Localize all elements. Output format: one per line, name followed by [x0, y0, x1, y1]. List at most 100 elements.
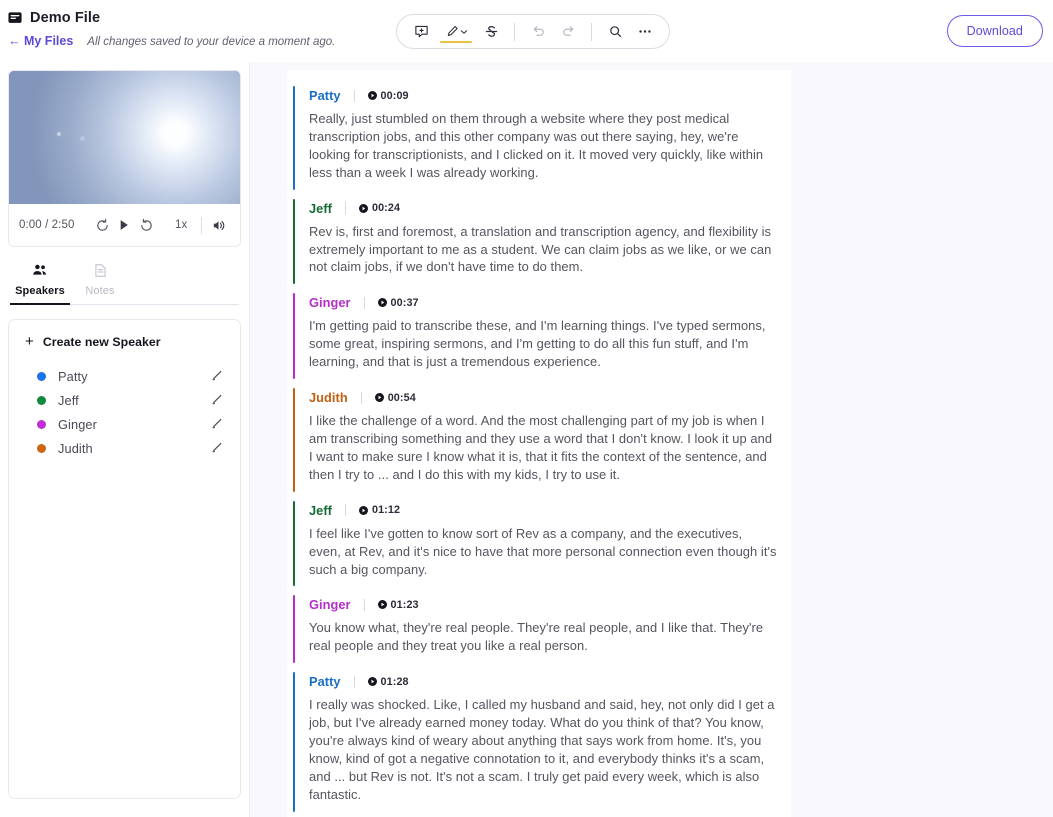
- highlighter-icon[interactable]: [437, 18, 475, 45]
- play-timestamp-icon: [367, 91, 377, 100]
- transcript-entry-header: Ginger 01:23: [309, 597, 777, 612]
- transcript-speaker-name[interactable]: Jeff: [309, 201, 332, 216]
- video-player-card: 0:00 / 2:50 1x: [8, 70, 241, 247]
- header-divider: [363, 598, 365, 611]
- speaker-name: Patty: [58, 368, 88, 384]
- play-timestamp-icon: [377, 298, 387, 308]
- highlight-color-swatch: [440, 40, 472, 43]
- app-header: Demo File ← My Files All changes saved t…: [0, 0, 1053, 62]
- header-divider: [344, 504, 346, 517]
- edit-pencil-icon[interactable]: [210, 441, 224, 455]
- edit-pencil-icon[interactable]: [210, 369, 224, 383]
- transcript-speaker-name[interactable]: Ginger: [309, 597, 351, 612]
- transcript-speaker-name[interactable]: Ginger: [309, 295, 351, 310]
- speaker-color-bar: [293, 500, 296, 587]
- note-icon: [93, 263, 108, 281]
- timestamp-button[interactable]: 00:54: [374, 391, 416, 404]
- speaker-color-dot: [37, 371, 46, 381]
- header-divider: [353, 89, 355, 102]
- redo-icon[interactable]: [554, 18, 582, 45]
- transcript-entry[interactable]: Patty 01:28 I really was shocked. Like, I …: [287, 672, 791, 812]
- edit-pencil-icon[interactable]: [210, 417, 224, 431]
- header-left-group: Demo File ← My Files All changes saved t…: [8, 10, 335, 48]
- transcript-text[interactable]: I like the challenge of a word. And the …: [309, 412, 777, 484]
- transcript-entry[interactable]: Jeff 00:24 Rev is, first and foremost, a t…: [287, 198, 791, 285]
- play-timestamp-icon: [374, 393, 384, 403]
- playback-speed-button[interactable]: 1x: [167, 219, 195, 231]
- transcript-speaker-name[interactable]: Judith: [309, 390, 348, 405]
- transcript-text[interactable]: Really, just stumbled on them through a …: [309, 110, 777, 182]
- transcript-panel[interactable]: Patty 00:09 Really, just stumbled on them …: [287, 70, 791, 817]
- toolbar-divider: [591, 22, 592, 41]
- transcript-speaker-name[interactable]: Patty: [309, 88, 341, 103]
- speaker-row[interactable]: Judith: [19, 436, 230, 460]
- back-to-my-files-link[interactable]: ← My Files: [8, 34, 73, 48]
- lens-flare-dot: [80, 136, 85, 141]
- speaker-color-bar: [293, 388, 296, 492]
- timestamp-button[interactable]: 00:24: [358, 202, 400, 214]
- forward-icon[interactable]: [135, 211, 157, 239]
- speaker-row[interactable]: Patty: [19, 364, 230, 388]
- timestamp-button[interactable]: 01:12: [358, 504, 401, 517]
- play-timestamp-icon: [358, 203, 368, 213]
- timestamp-button[interactable]: 00:37: [377, 296, 419, 309]
- video-thumbnail[interactable]: [9, 71, 240, 204]
- file-document-icon: [8, 11, 22, 25]
- speaker-row[interactable]: Ginger: [19, 412, 230, 436]
- transcript-entry[interactable]: Patty 00:09 Really, just stumbled on them …: [287, 86, 791, 190]
- transcript-text[interactable]: Rev is, first and foremost, a translatio…: [309, 223, 777, 277]
- lens-flare-dot: [57, 132, 61, 136]
- transcript-entry[interactable]: Judith 00:54 I like the challenge of a wor…: [287, 388, 791, 492]
- transcript-text[interactable]: You know what, they're real people. They…: [309, 619, 777, 655]
- transcript-entry[interactable]: Jeff 01:12 I feel like I've gotten to know…: [287, 500, 791, 587]
- speakers-card: + Create new Speaker Patty Jeff Ginger Judi…: [8, 319, 241, 799]
- tab-label: Notes: [85, 285, 115, 297]
- tab-speakers[interactable]: Speakers: [10, 257, 70, 305]
- transcript-timestamp: 01:23: [390, 598, 419, 611]
- more-options-icon[interactable]: [631, 18, 659, 45]
- timestamp-button[interactable]: 01:28: [367, 675, 409, 688]
- speaker-color-bar: [293, 86, 296, 190]
- timestamp-button[interactable]: 00:09: [367, 90, 409, 102]
- speaker-row[interactable]: Jeff: [19, 388, 230, 412]
- speaker-color-bar: [293, 293, 296, 380]
- transcript-text[interactable]: I really was shocked. Like, I called my …: [309, 696, 777, 803]
- comment-icon[interactable]: [407, 18, 435, 45]
- strikethrough-icon[interactable]: [477, 18, 505, 45]
- create-new-speaker-button[interactable]: + Create new Speaker: [19, 332, 230, 351]
- transcript-entry[interactable]: Ginger 00:37 I'm getting paid to transcrib…: [287, 293, 791, 380]
- toolbar-divider: [514, 22, 515, 41]
- search-icon[interactable]: [601, 18, 629, 45]
- download-button[interactable]: Download: [946, 15, 1043, 47]
- transcript-entry[interactable]: Ginger 01:23 You know what, they're real p…: [287, 595, 791, 664]
- speaker-name: Jeff: [58, 392, 79, 408]
- transcript-speaker-name[interactable]: Jeff: [309, 503, 332, 518]
- transcript-entry-header: Jeff 00:24: [309, 201, 777, 216]
- transcript-timestamp: 01:12: [371, 504, 401, 517]
- transcript-timestamp: 00:54: [387, 391, 416, 404]
- chevron-down-icon[interactable]: [460, 28, 468, 36]
- time-display: 0:00 / 2:50: [19, 219, 75, 231]
- editor-toolbar: [396, 14, 670, 49]
- play-timestamp-icon: [358, 505, 368, 515]
- transcript-text[interactable]: I feel like I've gotten to know sort of …: [309, 525, 777, 579]
- create-speaker-label: Create new Speaker: [42, 334, 161, 349]
- tab-notes[interactable]: Notes: [70, 257, 130, 304]
- undo-icon[interactable]: [524, 18, 552, 45]
- transcript-entry-header: Jeff 01:12: [309, 503, 777, 518]
- volume-icon[interactable]: [208, 211, 230, 239]
- rewind-icon[interactable]: [91, 211, 113, 239]
- play-icon[interactable]: [113, 211, 135, 239]
- transcript-speaker-name[interactable]: Patty: [309, 674, 341, 689]
- transcript-timestamp: 00:37: [390, 296, 419, 309]
- transcript-text[interactable]: I'm getting paid to transcribe these, an…: [309, 317, 777, 371]
- timestamp-button[interactable]: 01:23: [377, 598, 419, 611]
- play-timestamp-icon: [367, 677, 377, 687]
- edit-pencil-icon[interactable]: [210, 393, 224, 407]
- controls-divider: [201, 216, 202, 234]
- people-icon: [32, 263, 48, 281]
- tab-label: Speakers: [15, 285, 65, 297]
- header-divider: [360, 391, 362, 404]
- transcript-entry-header: Patty 01:28: [309, 674, 777, 689]
- transcript-timestamp: 01:28: [380, 675, 409, 688]
